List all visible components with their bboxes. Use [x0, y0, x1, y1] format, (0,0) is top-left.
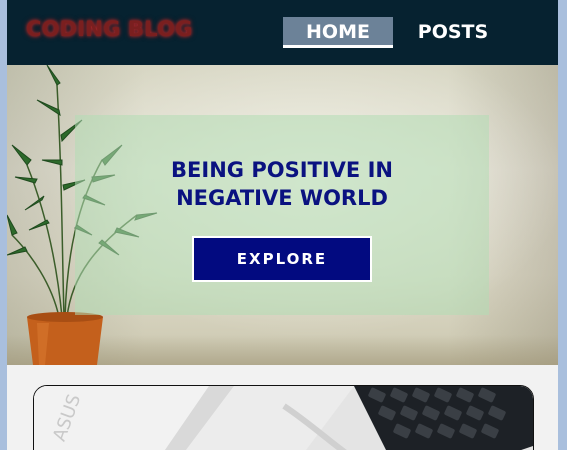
hero-overlay [75, 115, 489, 315]
brand-logo[interactable]: CODING BLOG [26, 17, 193, 41]
nav-link-posts[interactable]: POSTS [407, 17, 499, 48]
hero-title: BEING POSITIVE IN NEGATIVE WORLD [171, 158, 393, 210]
laptop-keyboard-image: ASUS [34, 386, 533, 450]
post-card[interactable]: ASUS [33, 385, 534, 450]
explore-button[interactable]: EXPLORE [192, 236, 372, 282]
page: CODING BLOG HOME POSTS BEING POSITIVE IN… [7, 0, 558, 450]
nav-link-home[interactable]: HOME [283, 17, 393, 48]
navbar: CODING BLOG HOME POSTS [7, 0, 558, 65]
hero-section: BEING POSITIVE IN NEGATIVE WORLD EXPLORE [7, 65, 558, 365]
